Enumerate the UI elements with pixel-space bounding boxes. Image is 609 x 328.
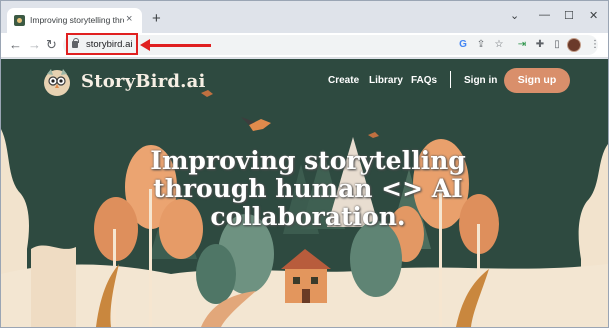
forward-button[interactable]: → — [28, 37, 41, 52]
hero-headline: Improving storytelling through human <> … — [127, 147, 489, 231]
bookmark-star-icon[interactable]: ☆ — [493, 39, 505, 51]
storybird-favicon-icon — [14, 15, 25, 26]
menu-kebab-icon[interactable]: ⋮ — [589, 39, 601, 51]
reload-button[interactable]: ↻ — [46, 37, 57, 52]
back-button[interactable]: ← — [9, 37, 22, 52]
sign-up-button[interactable]: Sign up — [504, 68, 570, 93]
close-window-button[interactable]: ✕ — [589, 9, 598, 22]
new-tab-button[interactable]: + — [152, 11, 161, 26]
nav-divider — [450, 71, 451, 88]
nav-library[interactable]: Library — [369, 75, 403, 86]
tab-close-icon[interactable]: × — [126, 13, 132, 25]
annotation-arrow-shaft — [147, 44, 211, 47]
tab-strip: Improving storytelling through h × + ⌄ —… — [1, 1, 608, 33]
nav-sign-in[interactable]: Sign in — [464, 75, 497, 86]
url-highlight-box — [66, 33, 138, 55]
storybird-page: StoryBird.ai Create Library FAQs Sign in… — [1, 59, 608, 327]
brand-name[interactable]: StoryBird.ai — [81, 71, 206, 92]
hero-line-1: Improving storytelling — [150, 146, 466, 175]
profile-avatar[interactable] — [567, 38, 581, 52]
nav-faqs[interactable]: FAQs — [411, 75, 437, 86]
tab-title: Improving storytelling through h — [30, 15, 124, 25]
nav-create[interactable]: Create — [328, 75, 359, 86]
minimize-button[interactable]: — — [539, 9, 550, 21]
hero-line-2: through human <> AI — [153, 174, 463, 203]
maximize-button[interactable]: ☐ — [564, 9, 574, 22]
extension-arrow-icon[interactable]: ⇥ — [516, 39, 528, 51]
storybird-logo-icon[interactable] — [41, 66, 73, 98]
hero-line-3: collaboration. — [210, 202, 406, 231]
annotation-arrow-icon — [140, 39, 150, 51]
tab-search-chevron-icon[interactable]: ⌄ — [510, 9, 519, 22]
side-panel-icon[interactable]: ▯ — [551, 39, 563, 51]
browser-tab[interactable]: Improving storytelling through h × — [7, 8, 142, 33]
share-icon[interactable]: ⇪ — [475, 39, 487, 51]
puzzle-icon[interactable]: ✚ — [534, 39, 546, 51]
google-icon[interactable]: G — [457, 39, 469, 51]
browser-window: Improving storytelling through h × + ⌄ —… — [0, 0, 609, 328]
